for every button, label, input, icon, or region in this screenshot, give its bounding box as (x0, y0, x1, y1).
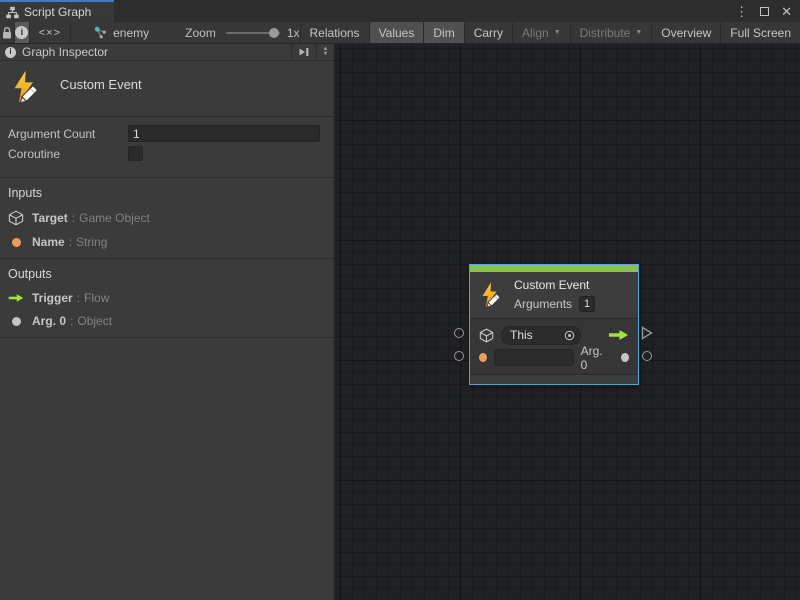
game-object-cube-icon (8, 210, 24, 226)
lock-icon (1, 26, 13, 40)
argument-count-row: Argument Count (8, 125, 320, 142)
zoom-label: Zoom (185, 22, 216, 43)
custom-event-icon (10, 70, 44, 104)
game-object-cube-icon (479, 328, 494, 343)
toolbar-separator (70, 22, 71, 43)
code-icon: <×> (39, 27, 61, 39)
tab-title: Script Graph (24, 5, 91, 19)
argument-count-input[interactable] (128, 125, 320, 142)
output-row-trigger: Trigger : Flow (8, 291, 326, 305)
toolbar-buttons: Relations Values Dim Carry Align▼ Distri… (300, 22, 800, 43)
event-settings-section: Argument Count Coroutine (0, 117, 334, 178)
event-header: Custom Event (0, 61, 334, 117)
input-port-flow[interactable] (454, 328, 464, 338)
custom-event-node[interactable]: Custom Event Arguments This (469, 264, 639, 385)
code-preview-button[interactable]: <×> (30, 22, 69, 43)
inspector-titlebar: i Graph Inspector ▲ ▼ (0, 44, 334, 61)
inputs-section: Inputs Target : Game Object Name : Strin… (0, 186, 334, 259)
event-name-input[interactable] (494, 349, 574, 366)
arg0-label: Arg. 0 (581, 344, 608, 372)
output-port-trigger[interactable] (641, 326, 653, 340)
tab-script-graph[interactable]: Script Graph (0, 0, 114, 22)
string-port-icon (12, 238, 21, 247)
event-color-bar (470, 265, 638, 272)
full-screen-button[interactable]: Full Screen (721, 22, 800, 43)
node-header: Custom Event Arguments (470, 272, 638, 319)
info-icon: i (5, 47, 16, 58)
target-object-picker[interactable]: This (501, 326, 581, 345)
window-controls: ⋮ ✕ (735, 0, 792, 22)
node-footer (470, 375, 638, 384)
close-icon[interactable]: ✕ (781, 5, 792, 18)
align-button[interactable]: Align▼ (513, 22, 571, 43)
panel-scroll-spinner[interactable]: ▲ ▼ (317, 44, 334, 60)
input-row-name: Name : String (8, 235, 326, 249)
graph-asset-icon (94, 26, 107, 39)
inspector-toggle-button[interactable]: i (14, 22, 31, 43)
coroutine-label: Coroutine (8, 147, 128, 161)
outputs-heading: Outputs (8, 267, 326, 281)
flow-arrow-icon (608, 329, 629, 341)
lock-button[interactable] (0, 22, 14, 43)
argument-count-label: Argument Count (8, 127, 128, 141)
zoom-slider[interactable] (226, 32, 280, 34)
spinner-down-icon[interactable]: ▼ (323, 52, 329, 57)
window-titlebar: Script Graph ⋮ ✕ (0, 0, 800, 22)
coroutine-checkbox[interactable] (128, 146, 143, 161)
object-port-icon (621, 353, 629, 362)
input-row-target: Target : Game Object (8, 210, 326, 226)
carry-button[interactable]: Carry (465, 22, 513, 43)
outputs-section: Outputs Trigger : Flow Arg. 0 : Object (0, 267, 334, 338)
dropdown-arrow-icon: ▼ (554, 29, 561, 36)
object-picker-icon[interactable] (564, 330, 575, 341)
distribute-button[interactable]: Distribute▼ (571, 22, 653, 43)
object-port-icon (12, 317, 21, 326)
relations-button[interactable]: Relations (301, 22, 370, 43)
arguments-count-input[interactable] (579, 296, 595, 312)
output-port-arg0[interactable] (642, 351, 652, 361)
node-title: Custom Event (514, 278, 595, 292)
zoom-value: 1x (287, 22, 300, 43)
dim-button[interactable]: Dim (424, 22, 464, 43)
info-icon: i (15, 26, 28, 39)
event-title: Custom Event (60, 77, 142, 92)
target-port-row: This (479, 325, 629, 345)
coroutine-row: Coroutine (8, 145, 320, 162)
arguments-label: Arguments (514, 297, 572, 311)
target-value: This (510, 328, 533, 342)
graph-name: enemy (113, 26, 149, 40)
dock-icon (298, 46, 310, 58)
window-menu-icon[interactable]: ⋮ (735, 5, 748, 18)
string-port-icon (479, 353, 487, 362)
zoom-slider-handle[interactable] (269, 28, 279, 38)
inputs-heading: Inputs (8, 186, 326, 200)
graph-inspector-panel: i Graph Inspector ▲ ▼ (0, 44, 336, 600)
output-row-arg0: Arg. 0 : Object (8, 314, 326, 328)
graph-breadcrumb[interactable]: enemy (94, 22, 149, 43)
dropdown-arrow-icon: ▼ (635, 29, 642, 36)
trigger-port-icon (641, 326, 653, 340)
input-port-name[interactable] (454, 351, 464, 361)
custom-event-icon (479, 282, 505, 308)
overview-button[interactable]: Overview (652, 22, 721, 43)
values-button[interactable]: Values (370, 22, 425, 43)
script-graph-icon (6, 6, 19, 19)
maximize-icon[interactable] (760, 7, 769, 16)
graph-canvas[interactable]: Custom Event Arguments This (336, 44, 800, 600)
unity-script-graph-window: Script Graph ⋮ ✕ i <×> (0, 0, 800, 600)
inspector-title: Graph Inspector (22, 45, 108, 59)
node-body: This (470, 319, 638, 375)
graph-toolbar: i <×> enemy Zoom 1x Relations Values Dim… (0, 22, 800, 44)
flow-arrow-icon (8, 293, 24, 303)
name-port-row: Arg. 0 (479, 348, 629, 367)
dock-panel-button[interactable] (291, 44, 317, 60)
